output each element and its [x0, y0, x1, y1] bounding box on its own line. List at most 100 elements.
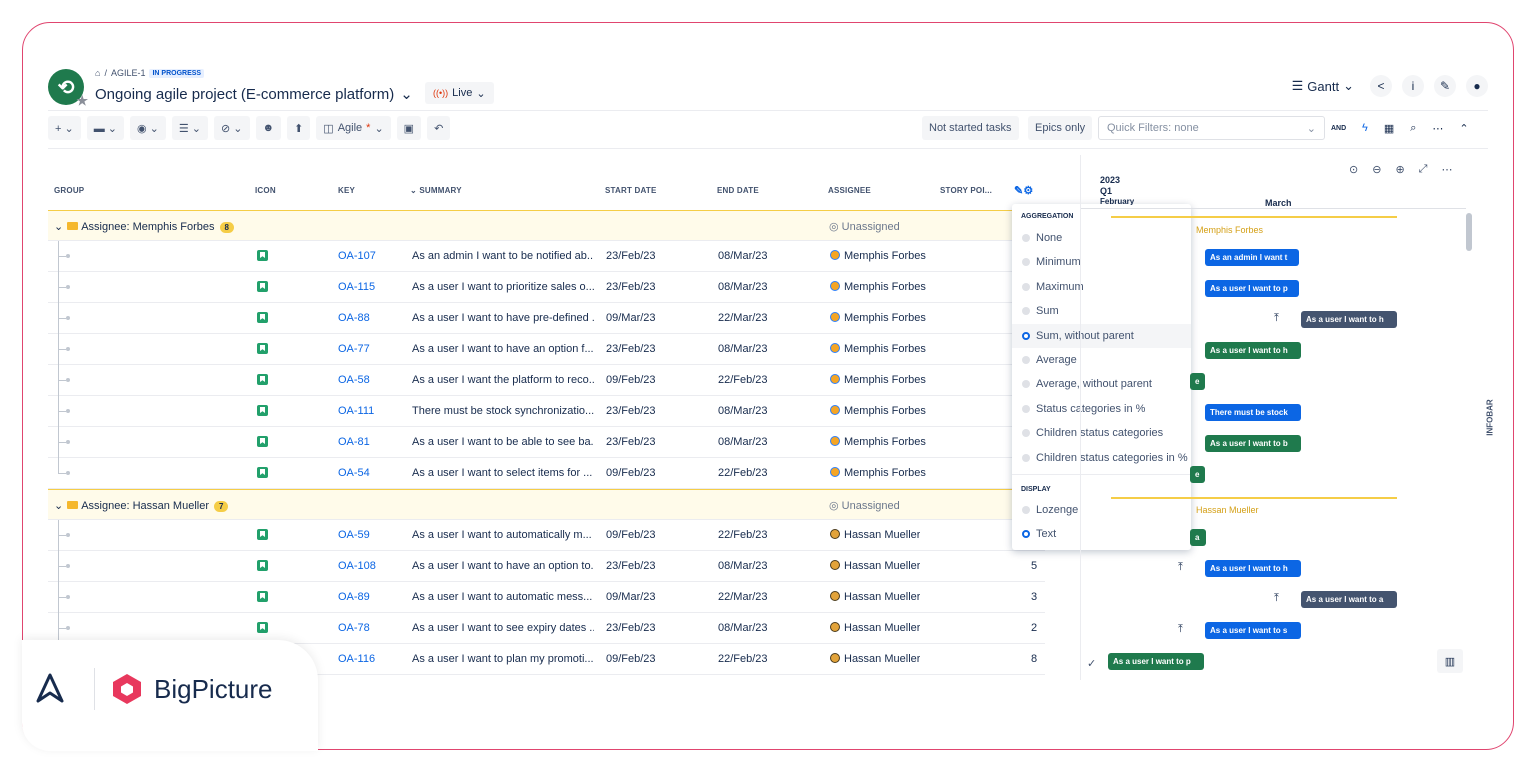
issue-key[interactable]: OA-81 — [338, 436, 370, 448]
start-date[interactable]: 09/Mar/23 — [606, 312, 656, 324]
issue-key[interactable]: OA-116 — [338, 653, 375, 665]
more-icon[interactable]: ⋯ — [1432, 122, 1443, 135]
collapse-icon[interactable]: ⌃ — [1459, 122, 1468, 135]
project-avatar[interactable]: ⟲ ★ — [48, 69, 88, 108]
issue-key[interactable]: OA-107 — [338, 250, 376, 262]
start-date[interactable]: 23/Feb/23 — [606, 343, 656, 355]
start-date[interactable]: 09/Feb/23 — [606, 653, 656, 665]
end-date[interactable]: 08/Mar/23 — [718, 405, 768, 417]
table-row[interactable]: OA-111 There must be stock synchronizati… — [48, 396, 1045, 427]
end-date[interactable]: 08/Mar/23 — [718, 250, 768, 262]
star-icon[interactable]: ★ — [76, 93, 88, 109]
calendar-icon[interactable]: ▦ — [1384, 122, 1394, 135]
end-date[interactable]: 08/Mar/23 — [718, 436, 768, 448]
end-date[interactable]: 22/Feb/23 — [718, 374, 768, 386]
table-row[interactable]: OA-89 As a user I want to automatic mess… — [48, 582, 1045, 613]
gantt-bar[interactable]: As a user I want to h — [1301, 311, 1397, 328]
dependency-arrow-icon[interactable]: ⤒ — [1274, 592, 1279, 605]
zoom-in-icon[interactable]: ⊕ — [1395, 163, 1404, 176]
issue-key[interactable]: OA-111 — [338, 405, 374, 417]
start-date[interactable]: 23/Feb/23 — [606, 622, 656, 634]
live-button[interactable]: ((•)) Live ⌄ — [425, 82, 494, 104]
end-date[interactable]: 08/Mar/23 — [718, 560, 768, 572]
dependency-arrow-icon[interactable]: ⤒ — [1178, 561, 1183, 574]
share-icon[interactable]: < — [1370, 75, 1392, 97]
assignee-cell[interactable]: Hassan Mueller — [830, 529, 920, 541]
infobar-toggle[interactable]: INFOBAR — [1478, 155, 1498, 680]
start-date[interactable]: 09/Feb/23 — [606, 374, 656, 386]
gantt-bar[interactable]: As a user I want to s — [1205, 622, 1301, 639]
expand-icon[interactable]: ⤢ — [1419, 163, 1428, 176]
gantt-bar[interactable]: As a user I want to h — [1205, 560, 1301, 577]
summary-cell[interactable]: As a user I want to prioritize sales o..… — [412, 281, 594, 293]
assignee-cell[interactable]: Memphis Forbes — [830, 281, 926, 293]
end-date[interactable]: 22/Mar/23 — [718, 312, 768, 324]
summary-cell[interactable]: As a user I want to be able to see ba... — [412, 436, 594, 448]
issue-key[interactable]: OA-89 — [338, 591, 370, 603]
assignee-cell[interactable]: Memphis Forbes — [830, 250, 926, 262]
assignee-cell[interactable]: Hassan Mueller — [830, 622, 920, 634]
user-icon[interactable]: ● — [1466, 75, 1488, 97]
columns-button[interactable]: ☰ ⌄ — [171, 116, 208, 140]
issue-key[interactable]: OA-88 — [338, 312, 370, 324]
summary-cell[interactable]: As a user I want to have an option to... — [412, 560, 594, 572]
story-points[interactable]: 3 — [1031, 591, 1037, 603]
lightning-icon[interactable]: ϟ — [1362, 122, 1368, 134]
link-button[interactable]: ⊘ ⌄ — [214, 116, 250, 140]
assignee-cell[interactable]: Hassan Mueller — [830, 653, 920, 665]
gantt-bar[interactable]: As an admin I want t — [1205, 249, 1299, 266]
summary-cell[interactable]: There must be stock synchronizatio... — [412, 405, 594, 417]
summary-cell[interactable]: As a user I want to automatic mess... — [412, 591, 594, 603]
summary-cell[interactable]: As a user I want to select items for ... — [412, 467, 594, 479]
save-icon[interactable]: ▣ — [396, 116, 422, 140]
group-row[interactable]: ⌄ Assignee: Hassan Mueller 7 ◎ Unassigned — [48, 489, 1045, 520]
table-row[interactable]: OA-115 As a user I want to prioritize sa… — [48, 272, 1045, 303]
target-icon[interactable]: ⊙ — [1349, 163, 1358, 176]
zoom-out-icon[interactable]: ⊖ — [1372, 163, 1381, 176]
gantt-bar[interactable]: There must be stock — [1205, 404, 1301, 421]
table-row[interactable]: OA-54 As a user I want to select items f… — [48, 458, 1045, 489]
more-icon[interactable]: ⋯ — [1441, 163, 1452, 176]
view-name-select[interactable]: ◫ Agile * ⌄ — [316, 116, 391, 140]
summary-cell[interactable]: As a user I want to automatically m... — [412, 529, 594, 541]
undo-icon[interactable]: ↶ — [427, 116, 451, 140]
minimap-icon[interactable]: ▥ — [1437, 649, 1463, 673]
assignee-cell[interactable]: Memphis Forbes — [830, 436, 926, 448]
chevron-down-icon[interactable]: ⌄ — [400, 85, 413, 103]
view-selector[interactable]: ☰ Gantt ⌄ — [1292, 78, 1354, 94]
assignee-cell[interactable]: Hassan Mueller — [830, 560, 920, 572]
gantt-bar[interactable]: As a user I want to h — [1205, 342, 1301, 359]
table-row[interactable]: OA-88 As a user I want to have pre-defin… — [48, 303, 1045, 334]
eye-button[interactable]: ◉ ⌄ — [129, 116, 166, 140]
summary-cell[interactable]: As a user I want the platform to reco... — [412, 374, 594, 386]
story-points[interactable]: 2 — [1031, 622, 1037, 634]
wrench-icon[interactable]: ✎ — [1434, 75, 1456, 97]
scrollbar[interactable] — [1466, 213, 1472, 251]
gantt-bar[interactable]: e — [1190, 466, 1205, 483]
summary-column-header[interactable]: ⌄ SUMMARY — [410, 186, 462, 195]
table-row[interactable]: OA-77 As a user I want to have an option… — [48, 334, 1045, 365]
dependency-arrow-icon[interactable]: ⤒ — [1178, 623, 1183, 636]
start-date[interactable]: 23/Feb/23 — [606, 560, 656, 572]
table-row[interactable]: OA-108 As a user I want to have an optio… — [48, 551, 1045, 582]
end-date[interactable]: 22/Feb/23 — [718, 467, 768, 479]
epics-only-filter[interactable]: Epics only — [1028, 116, 1093, 140]
start-date[interactable]: 09/Feb/23 — [606, 529, 656, 541]
summary-cell[interactable]: As an admin I want to be notified ab... — [412, 250, 594, 262]
assignee-cell[interactable]: Memphis Forbes — [830, 312, 926, 324]
start-date[interactable]: 09/Mar/23 — [606, 591, 656, 603]
issue-key[interactable]: OA-54 — [338, 467, 370, 479]
dependency-arrow-icon[interactable]: ⤒ — [1274, 312, 1279, 325]
column-settings-icon[interactable]: ✎⚙ — [1014, 184, 1033, 197]
start-date[interactable]: 23/Feb/23 — [606, 250, 656, 262]
upload-icon[interactable]: ⬆ — [287, 116, 311, 140]
folder-button[interactable]: ▬ ⌄ — [86, 116, 124, 140]
story-points[interactable]: 8 — [1031, 653, 1037, 665]
users-icon[interactable]: ☻ — [255, 116, 282, 140]
table-row[interactable]: OA-107 As an admin I want to be notified… — [48, 241, 1045, 272]
assignee-cell[interactable]: Hassan Mueller — [830, 591, 920, 603]
issue-key[interactable]: OA-77 — [338, 343, 370, 355]
summary-cell[interactable]: As a user I want to have pre-defined ... — [412, 312, 594, 324]
assignee-cell[interactable]: Memphis Forbes — [830, 374, 926, 386]
assignee-cell[interactable]: Memphis Forbes — [830, 405, 926, 417]
